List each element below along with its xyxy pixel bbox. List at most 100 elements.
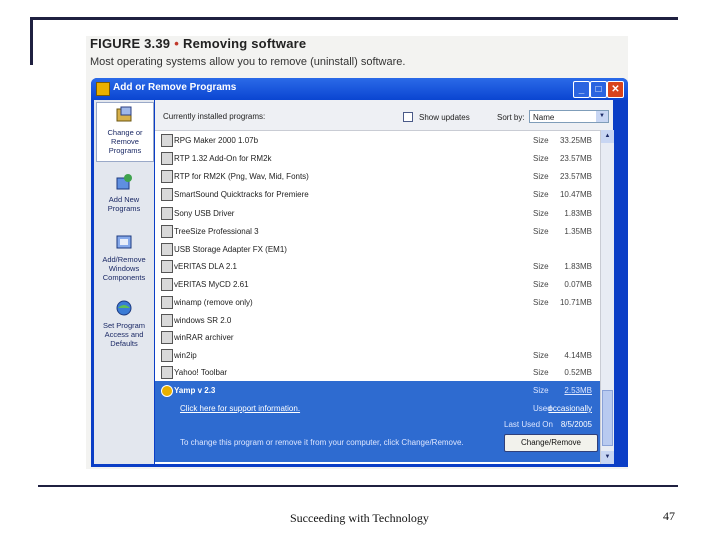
program-name: vERITAS DLA 2.1 <box>174 262 237 271</box>
figure-title-text: Removing software <box>183 36 307 51</box>
scroll-down-icon[interactable]: ▼ <box>601 451 614 464</box>
size-label: Size <box>533 280 549 289</box>
size-value: 1.35MB <box>564 227 592 236</box>
program-name: Yahoo! Toolbar <box>174 368 228 377</box>
size-label: Size <box>533 209 549 218</box>
close-button[interactable]: ✕ <box>607 81 624 98</box>
size-label: Size <box>533 172 549 181</box>
program-row[interactable]: vERITAS DLA 2.1 Size 1.83MB <box>155 257 600 275</box>
program-name: winRAR archiver <box>174 333 234 342</box>
frame-top-rule <box>30 17 678 20</box>
chevron-down-icon[interactable]: ▼ <box>596 111 608 122</box>
window-titlebar[interactable]: Add or Remove Programs _ □ ✕ <box>91 78 628 100</box>
size-value: 33.25MB <box>559 136 592 145</box>
program-icon <box>161 366 173 379</box>
program-row[interactable]: windows SR 2.0 <box>155 311 600 329</box>
program-icon <box>161 314 173 327</box>
size-value: 10.47MB <box>559 190 592 199</box>
used-value[interactable]: occasionally <box>548 404 592 413</box>
minimize-button[interactable]: _ <box>573 81 590 98</box>
add-remove-programs-window: Add or Remove Programs _ □ ✕ Change or R… <box>91 78 628 467</box>
size-value: 23.57MB <box>559 154 592 163</box>
program-icon <box>161 134 173 147</box>
program-icon <box>161 243 173 256</box>
program-row[interactable]: vERITAS MyCD 2.61 Size 0.07MB <box>155 275 600 293</box>
app-icon <box>96 82 110 96</box>
program-row[interactable]: TreeSize Professional 3 Size 1.35MB <box>155 222 600 240</box>
program-icon <box>161 225 173 238</box>
scroll-up-icon[interactable]: ▲ <box>601 130 614 143</box>
sort-by-value: Name <box>533 113 555 122</box>
program-row[interactable]: RTP 1.32 Add-On for RM2k Size 23.57MB <box>155 149 600 167</box>
window-title: Add or Remove Programs <box>113 82 237 93</box>
sidebar-item-label: Change or Remove Programs <box>107 128 143 155</box>
program-row[interactable]: win2ip Size 4.14MB <box>155 346 600 364</box>
size-label: Size <box>533 351 549 360</box>
size-label: Size <box>533 298 549 307</box>
program-icon <box>161 349 173 362</box>
program-row[interactable]: winRAR archiver <box>155 328 600 346</box>
program-row[interactable]: RPG Maker 2000 1.07b Size 33.25MB <box>155 131 600 149</box>
sort-by-select[interactable]: Name ▼ <box>529 110 609 123</box>
size-label: Size <box>533 136 549 145</box>
program-name: RPG Maker 2000 1.07b <box>174 136 259 145</box>
change-remove-button[interactable]: Change/Remove <box>504 434 598 452</box>
program-icon <box>161 331 173 344</box>
program-name: vERITAS MyCD 2.61 <box>174 280 249 289</box>
figure-label: FIGURE 3.39 <box>90 36 171 51</box>
figure-bullet: • <box>174 36 179 51</box>
program-name: win2ip <box>174 351 197 360</box>
size-label: Size <box>533 386 549 395</box>
maximize-button[interactable]: □ <box>590 81 607 98</box>
program-row[interactable]: RTP for RM2K (Png, Wav, Mid, Fonts) Size 2… <box>155 167 600 185</box>
show-updates-label: Show updates <box>419 113 470 122</box>
sidebar-item-change-remove[interactable]: Change or Remove Programs <box>96 102 154 162</box>
program-name: TreeSize Professional 3 <box>174 227 259 236</box>
program-name: Sony USB Driver <box>174 209 235 218</box>
program-name: RTP 1.32 Add-On for RM2k <box>174 154 272 163</box>
program-row[interactable]: Yahoo! Toolbar Size 0.52MB <box>155 363 600 381</box>
programs-panel: Currently installed programs: Show updat… <box>155 100 614 464</box>
sidebar-item-label: Add New Programs <box>107 195 141 213</box>
program-name: RTP for RM2K (Png, Wav, Mid, Fonts) <box>174 172 309 181</box>
sidebar-item-add-new[interactable]: Add New Programs <box>96 170 152 220</box>
program-icon <box>161 385 173 397</box>
sidebar-item-program-defaults[interactable]: Set Program Access and Defaults <box>96 296 152 352</box>
program-defaults-icon <box>116 300 132 316</box>
support-info-link[interactable]: Click here for support information. <box>180 404 300 413</box>
list-scrollbar[interactable]: ▲ ▼ <box>600 130 614 464</box>
program-row[interactable]: SmartSound Quicktracks for Premiere Size 1… <box>155 185 600 203</box>
size-value[interactable]: 2.53MB <box>564 386 592 395</box>
size-value: 0.52MB <box>564 368 592 377</box>
selected-program-row[interactable]: Yamp v 2.3 Size 2.53MB Click here for su… <box>155 381 600 462</box>
size-label: Size <box>533 227 549 236</box>
program-icon <box>161 207 173 220</box>
program-icon <box>161 278 173 291</box>
selected-program-name: Yamp v 2.3 <box>174 386 216 395</box>
footer-title: Succeeding with Technology <box>290 511 429 525</box>
last-used-label: Last Used On <box>504 420 553 429</box>
program-row[interactable]: winamp (remove only) Size 10.71MB <box>155 293 600 311</box>
size-label: Size <box>533 154 549 163</box>
last-used-value: 8/5/2005 <box>560 420 592 429</box>
program-name: windows SR 2.0 <box>174 316 232 325</box>
sidebar-item-label: Set Program Access and Defaults <box>102 321 146 348</box>
program-icon <box>161 296 173 309</box>
change-instructions: To change this program or remove it from… <box>180 438 464 447</box>
scroll-thumb[interactable] <box>602 390 613 446</box>
page-number: 47 <box>663 509 675 523</box>
footer-rule <box>38 485 678 487</box>
size-value: 1.83MB <box>564 262 592 271</box>
frame-left-rule <box>30 17 33 65</box>
size-value: 1.83MB <box>564 209 592 218</box>
figure-caption: Most operating systems allow you to remo… <box>90 56 406 68</box>
program-name: USB Storage Adapter FX (EM1) <box>174 245 287 254</box>
figure-title: FIGURE 3.39 • Removing software <box>90 36 306 51</box>
program-row[interactable]: Sony USB Driver Size 1.83MB <box>155 204 600 222</box>
size-value: 0.07MB <box>564 280 592 289</box>
add-programs-icon <box>116 174 132 190</box>
sidebar-item-label: Add/Remove Windows Components <box>102 255 146 282</box>
program-row[interactable]: USB Storage Adapter FX (EM1) <box>155 240 600 258</box>
show-updates-checkbox[interactable] <box>403 112 413 122</box>
sidebar-item-windows-components[interactable]: Add/Remove Windows Components <box>96 230 152 286</box>
